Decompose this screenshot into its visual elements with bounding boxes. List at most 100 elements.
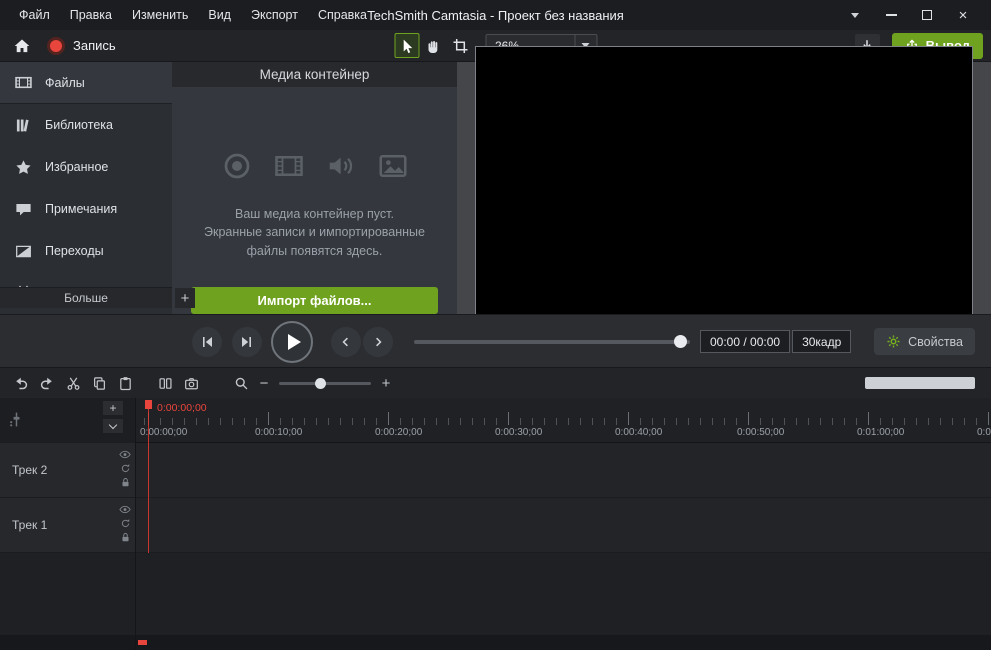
media-bin-header: Медиа контейнер — [172, 62, 457, 87]
play-button[interactable] — [271, 321, 313, 363]
sidebar-more-button[interactable]: Больше — [0, 287, 172, 308]
timeline-toolbar: − + — [0, 368, 991, 398]
redo-icon — [39, 375, 55, 391]
refresh-icon — [120, 463, 131, 474]
add-track-button[interactable]: + — [103, 401, 123, 415]
timeline-scrollbar[interactable] — [0, 635, 991, 650]
cut-button[interactable] — [60, 372, 86, 394]
gear-icon — [886, 334, 901, 349]
framerate-display[interactable]: 30кадр — [792, 330, 851, 353]
lock-toggle[interactable] — [119, 477, 131, 488]
camera-icon — [184, 376, 199, 391]
previous-button[interactable] — [331, 327, 361, 357]
minimize-button[interactable] — [873, 0, 909, 30]
track-content[interactable] — [135, 498, 991, 553]
track-height-slider-icon[interactable] — [8, 411, 25, 428]
maximize-button[interactable] — [909, 0, 945, 30]
menu-view[interactable]: Вид — [199, 4, 240, 26]
step-forward-button[interactable] — [232, 327, 262, 357]
zoom-out-button[interactable]: − — [255, 375, 273, 392]
transitions-icon — [15, 243, 32, 260]
add-panel-button[interactable]: + — [175, 288, 195, 308]
slider-handle[interactable] — [674, 335, 687, 348]
menu-export[interactable]: Экспорт — [242, 4, 307, 26]
track-toggles — [119, 449, 131, 488]
import-files-button[interactable]: Импорт файлов... — [191, 287, 438, 314]
titlebar: Файл Правка Изменить Вид Экспорт Справка… — [0, 0, 991, 30]
step-back-button[interactable] — [192, 327, 222, 357]
timeline-minimap[interactable] — [865, 377, 975, 389]
properties-button[interactable]: Свойства — [874, 328, 975, 355]
menu-help[interactable]: Справка — [309, 4, 376, 26]
timeline-divider — [135, 398, 136, 650]
empty-line: Ваш медиа контейнер пуст. — [204, 205, 425, 224]
playback-slider[interactable] — [414, 327, 690, 357]
sidebar-item-annotations[interactable]: Примечания — [0, 188, 172, 230]
slider-track — [414, 340, 690, 344]
maximize-icon — [922, 10, 932, 20]
undo-button[interactable] — [8, 372, 34, 394]
undo-icon — [13, 375, 29, 391]
camtasia-window: Файл Правка Изменить Вид Экспорт Справка… — [0, 0, 991, 650]
close-button[interactable]: × — [945, 0, 981, 30]
record-icon — [222, 151, 252, 181]
menu-file[interactable]: Файл — [10, 4, 59, 26]
main-area: Файлы Библиотека Избранное Примечания Пе… — [0, 62, 991, 314]
collapse-tracks-button[interactable] — [103, 419, 123, 433]
refresh-icon — [120, 518, 131, 529]
lock-icon — [120, 532, 131, 543]
chevron-right-icon — [371, 335, 385, 349]
track-header[interactable]: Трек 1 — [0, 498, 135, 553]
snapshot-button[interactable] — [178, 372, 204, 394]
zoom-slider-handle[interactable] — [315, 378, 326, 389]
timeline-ruler[interactable]: 0:00:00;00 0:00:00;00 0:00:10;00 0:00:20… — [135, 398, 991, 443]
track-header[interactable]: Трек 2 — [0, 443, 135, 498]
sync-toggle[interactable] — [119, 463, 131, 474]
zoom-slider[interactable] — [279, 374, 371, 392]
chevron-left-icon — [339, 335, 353, 349]
visibility-toggle[interactable] — [119, 449, 131, 460]
cursor-tool-button[interactable] — [394, 33, 419, 58]
paste-button[interactable] — [112, 372, 138, 394]
window-menu-button[interactable] — [837, 0, 873, 30]
play-icon — [288, 334, 301, 350]
star-icon — [15, 159, 32, 176]
more-label: Больше — [64, 291, 108, 305]
split-button[interactable] — [152, 372, 178, 394]
record-button[interactable]: Запись — [47, 37, 116, 55]
home-button[interactable] — [8, 33, 35, 59]
track-toggles — [119, 504, 131, 543]
scissors-icon — [66, 376, 81, 391]
menu-edit[interactable]: Правка — [61, 4, 121, 26]
sidebar-item-favorites[interactable]: Избранное — [0, 146, 172, 188]
sync-toggle[interactable] — [119, 518, 131, 529]
split-icon — [158, 376, 173, 391]
eye-icon — [119, 505, 131, 514]
caret-down-icon — [851, 13, 859, 18]
visibility-toggle[interactable] — [119, 504, 131, 515]
track-content[interactable] — [135, 443, 991, 498]
playhead[interactable] — [145, 400, 152, 409]
playhead-line — [148, 400, 149, 553]
copy-button[interactable] — [86, 372, 112, 394]
zoom-in-button[interactable]: + — [377, 375, 395, 392]
crop-tool-button[interactable] — [448, 33, 473, 58]
crop-icon — [453, 38, 469, 54]
library-icon — [15, 117, 32, 134]
lock-toggle[interactable] — [119, 532, 131, 543]
eye-icon — [119, 450, 131, 459]
sidebar-item-library[interactable]: Библиотека — [0, 104, 172, 146]
next-button[interactable] — [363, 327, 393, 357]
video-canvas[interactable] — [475, 46, 973, 331]
properties-label: Свойства — [908, 335, 963, 349]
minimize-icon — [886, 14, 897, 16]
scroll-marker — [138, 640, 147, 645]
cursor-icon — [399, 38, 415, 54]
pan-tool-button[interactable] — [421, 33, 446, 58]
menu-modify[interactable]: Изменить — [123, 4, 197, 26]
paste-icon — [118, 376, 133, 391]
redo-button[interactable] — [34, 372, 60, 394]
media-empty-icons — [222, 151, 408, 181]
sidebar-item-files[interactable]: Файлы — [0, 62, 172, 104]
sidebar-item-transitions[interactable]: Переходы — [0, 230, 172, 272]
